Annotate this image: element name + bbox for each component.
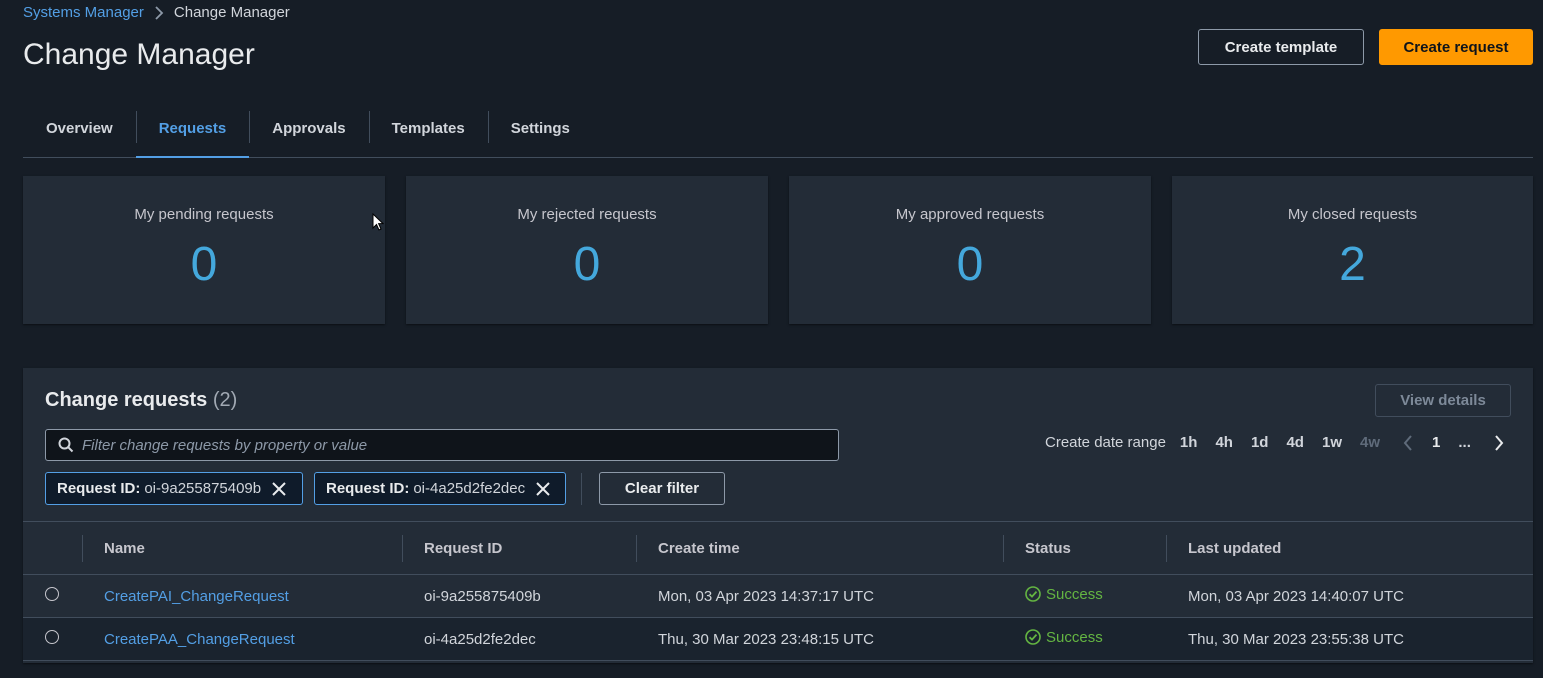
radio-button[interactable]	[45, 630, 59, 644]
page-number-current[interactable]: 1	[1432, 434, 1440, 451]
column-header-status[interactable]: Status	[1003, 522, 1166, 575]
mouse-cursor-icon	[372, 213, 384, 231]
date-range-4h[interactable]: 4h	[1215, 434, 1233, 451]
stat-label: My closed requests	[1287, 206, 1418, 223]
column-header-name[interactable]: Name	[82, 522, 402, 575]
stat-label: My pending requests	[134, 206, 274, 223]
token-value: oi-9a255875409b	[144, 480, 262, 497]
stat-label: My approved requests	[895, 206, 1045, 223]
stat-card-pending: My pending requests 0	[23, 176, 385, 324]
token-key: Request ID:	[326, 480, 410, 497]
tab-templates[interactable]: Templates	[368, 100, 488, 157]
status-cell: Success	[1003, 575, 1166, 618]
breadcrumb-current: Change Manager	[173, 4, 290, 21]
table-header-row: Name Request ID Create time Status Last …	[23, 521, 1533, 575]
row-select[interactable]	[23, 618, 82, 661]
tab-bar: Overview Requests Approvals Templates Se…	[23, 100, 1533, 158]
chevron-right-icon[interactable]	[1489, 434, 1509, 451]
clear-filter-button[interactable]: Clear filter	[599, 472, 725, 505]
date-range-1w[interactable]: 1w	[1322, 434, 1342, 451]
tab-overview[interactable]: Overview	[23, 100, 136, 157]
status-cell: Success	[1003, 618, 1166, 661]
column-header-select	[23, 522, 82, 575]
tab-settings[interactable]: Settings	[487, 100, 593, 157]
pagination-ellipsis: ...	[1458, 434, 1471, 451]
last-updated-cell: Thu, 30 Mar 2023 23:55:38 UTC	[1188, 630, 1404, 648]
close-icon[interactable]	[271, 481, 287, 497]
last-updated-cell: Mon, 03 Apr 2023 14:40:07 UTC	[1188, 587, 1404, 605]
filter-token: Request ID: oi-4a25d2fe2dec	[314, 472, 566, 505]
search-icon	[58, 437, 74, 453]
create-request-button[interactable]: Create request	[1379, 29, 1533, 65]
breadcrumb-systems-manager[interactable]: Systems Manager	[23, 4, 144, 21]
filter-token: Request ID: oi-9a255875409b	[45, 472, 303, 505]
token-value: oi-4a25d2fe2dec	[413, 480, 526, 497]
token-key: Request ID:	[57, 480, 141, 497]
divider	[581, 473, 582, 505]
date-range-4d[interactable]: 4d	[1286, 434, 1304, 451]
change-requests-table: Name Request ID Create time Status Last …	[23, 521, 1533, 661]
close-icon[interactable]	[535, 481, 551, 497]
breadcrumb: Systems Manager Change Manager	[23, 4, 290, 21]
stat-value: 0	[956, 238, 984, 291]
stat-card-approved: My approved requests 0	[789, 176, 1151, 324]
panel-title: Change requests (2)	[45, 389, 237, 412]
row-select[interactable]	[23, 575, 82, 618]
filter-search-input[interactable]	[82, 436, 822, 454]
request-name-link[interactable]: CreatePAA_ChangeRequest	[82, 618, 402, 661]
request-id-cell: oi-4a25d2fe2dec	[424, 630, 536, 648]
status-badge: Success	[1025, 629, 1103, 646]
tab-approvals[interactable]: Approvals	[249, 100, 368, 157]
status-text: Success	[1046, 628, 1103, 646]
column-header-create-time[interactable]: Create time	[636, 522, 1003, 575]
request-name-link[interactable]: CreatePAI_ChangeRequest	[82, 575, 402, 618]
create-time-cell: Mon, 03 Apr 2023 14:37:17 UTC	[658, 587, 874, 605]
filter-search-box[interactable]	[45, 429, 839, 461]
stat-value: 2	[1339, 238, 1366, 291]
request-id-cell: oi-9a255875409b	[424, 587, 541, 605]
date-range-4w: 4w	[1360, 434, 1381, 451]
stat-card-closed: My closed requests 2	[1172, 176, 1533, 324]
column-header-request-id[interactable]: Request ID	[402, 522, 636, 575]
check-circle-icon	[1025, 586, 1041, 603]
stat-label: My rejected requests	[517, 206, 657, 223]
stat-value: 0	[190, 238, 218, 291]
table-row[interactable]: CreatePAI_ChangeRequest oi-9a255875409b …	[23, 574, 1533, 618]
status-badge: Success	[1025, 586, 1103, 603]
panel-title-text: Change requests	[45, 389, 208, 411]
panel-count: (2)	[212, 389, 238, 411]
create-time-cell: Thu, 30 Mar 2023 23:48:15 UTC	[658, 630, 874, 648]
stat-card-rejected: My rejected requests 0	[406, 176, 768, 324]
create-template-button[interactable]: Create template	[1198, 29, 1364, 65]
column-header-last-updated[interactable]: Last updated	[1166, 522, 1533, 575]
chevron-right-icon	[154, 5, 164, 20]
date-range-1d[interactable]: 1d	[1251, 434, 1269, 451]
view-details-button[interactable]: View details	[1375, 384, 1511, 417]
chevron-left-icon[interactable]	[1398, 434, 1418, 451]
pagination: 1 ...	[1398, 434, 1509, 451]
check-circle-icon	[1025, 629, 1041, 646]
radio-button[interactable]	[45, 587, 59, 601]
date-range-1h[interactable]: 1h	[1180, 434, 1198, 451]
date-range-label: Create date range	[1045, 434, 1166, 451]
status-text: Success	[1046, 585, 1103, 603]
page-title: Change Manager	[23, 38, 255, 71]
change-requests-panel: Change requests (2) View details Create …	[23, 368, 1533, 663]
date-range-filter: Create date range 1h 4h 1d 4d 1w 4w 1 ..…	[1045, 434, 1509, 451]
tab-requests[interactable]: Requests	[135, 100, 250, 158]
table-row[interactable]: CreatePAA_ChangeRequest oi-4a25d2fe2dec …	[23, 617, 1533, 661]
stat-value: 0	[573, 238, 601, 291]
